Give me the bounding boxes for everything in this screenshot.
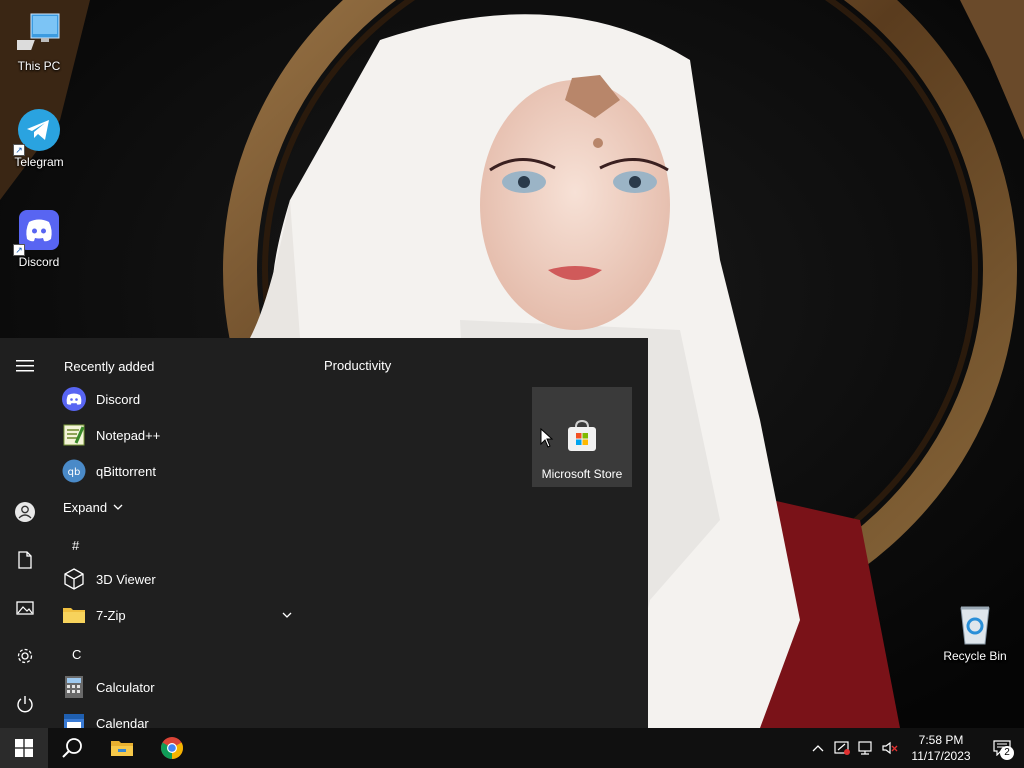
tile-group-title[interactable]: Productivity	[324, 358, 391, 373]
tray-app-button[interactable]	[830, 728, 854, 768]
hamburger-menu-button[interactable]	[0, 346, 50, 386]
tile-label: Microsoft Store	[541, 467, 623, 481]
desktop-icon-label: Telegram	[14, 155, 64, 169]
discord-icon: ↗	[13, 208, 61, 256]
desktop-icon-this-pc[interactable]: This PC	[1, 12, 77, 73]
expand-label: Expand	[63, 499, 108, 515]
settings-button[interactable]	[0, 636, 50, 676]
qbittorrent-icon: qb	[62, 459, 86, 483]
app-list: Recently added Discord Notepad++ qb qBit…	[50, 338, 310, 728]
app-item-label: Notepad++	[96, 427, 161, 443]
windows-logo-icon	[15, 739, 33, 757]
folder-icon	[62, 603, 86, 627]
user-account-button[interactable]	[0, 492, 50, 532]
clock-time: 7:58 PM	[918, 733, 964, 747]
recently-added-heading: Recently added	[64, 359, 155, 374]
hamburger-icon	[16, 360, 34, 372]
chevron-up-icon	[812, 745, 824, 752]
expand-button[interactable]: Expand	[63, 490, 133, 524]
file-explorer-button[interactable]	[98, 728, 146, 768]
app-item-label: 7-Zip	[96, 607, 126, 623]
pictures-button[interactable]	[0, 588, 50, 628]
search-button[interactable]	[48, 728, 96, 768]
start-button[interactable]	[0, 728, 48, 768]
notepadpp-icon	[62, 423, 86, 447]
volume-button[interactable]	[878, 728, 902, 768]
chevron-down-icon[interactable]	[282, 612, 292, 618]
app-item-label: Calculator	[96, 679, 155, 695]
action-center-button[interactable]: 2	[980, 728, 1024, 768]
app-item-label: Calendar	[96, 715, 149, 729]
app-item-calculator[interactable]: Calculator	[62, 670, 306, 704]
chrome-button[interactable]	[148, 728, 196, 768]
document-icon	[18, 551, 32, 569]
chrome-icon	[161, 737, 183, 759]
desktop-icon-discord[interactable]: ↗ Discord	[1, 208, 77, 269]
discord-icon	[62, 387, 86, 411]
start-menu-rail	[0, 338, 50, 728]
notification-count-badge: 2	[1000, 746, 1014, 760]
documents-button[interactable]	[0, 540, 50, 580]
cube-icon	[62, 567, 86, 591]
file-explorer-icon	[111, 741, 133, 756]
shortcut-arrow-icon: ↗	[13, 244, 25, 256]
desktop-icon-recycle-bin[interactable]: Recycle Bin	[937, 602, 1013, 663]
tray-app-icon	[834, 741, 850, 755]
show-hidden-icons-button[interactable]	[806, 728, 830, 768]
mouse-cursor-icon	[540, 428, 554, 448]
chevron-down-icon	[113, 504, 123, 510]
store-icon	[568, 419, 596, 451]
desktop-icon-telegram[interactable]: ↗ Telegram	[1, 108, 77, 169]
app-item-7zip[interactable]: 7-Zip	[62, 598, 306, 632]
gear-icon	[17, 648, 33, 664]
letter-header-hash[interactable]: #	[72, 538, 79, 553]
shortcut-arrow-icon: ↗	[13, 144, 25, 156]
calendar-icon	[62, 711, 86, 728]
volume-muted-icon	[882, 741, 898, 755]
system-tray: 7:58 PM 11/17/2023 2	[806, 728, 1024, 768]
clock-date: 11/17/2023	[911, 749, 971, 763]
tiles-area: Productivity Microsoft Store	[310, 338, 648, 728]
app-item-notepadpp[interactable]: Notepad++	[62, 418, 306, 452]
clock[interactable]: 7:58 PM 11/17/2023	[902, 732, 980, 764]
letter-header-c[interactable]: C	[72, 647, 81, 662]
search-icon	[62, 738, 82, 758]
app-item-3d-viewer[interactable]: 3D Viewer	[62, 562, 306, 596]
taskbar: 7:58 PM 11/17/2023 2	[0, 728, 1024, 768]
app-item-label: 3D Viewer	[96, 571, 156, 587]
power-icon	[17, 696, 33, 713]
start-menu: Recently added Discord Notepad++ qb qBit…	[0, 338, 648, 728]
app-item-calendar[interactable]: Calendar	[62, 706, 306, 728]
app-item-label: Discord	[96, 391, 141, 407]
calculator-icon	[62, 675, 86, 699]
svg-text:qb: qb	[68, 467, 81, 478]
app-item-qbittorrent[interactable]: qb qBittorrent	[62, 454, 306, 488]
power-button[interactable]	[0, 684, 50, 724]
desktop-icon-label: Recycle Bin	[943, 649, 1007, 663]
desktop-icon-label: This PC	[17, 59, 61, 73]
pictures-icon	[16, 601, 34, 615]
app-item-discord[interactable]: Discord	[62, 382, 306, 416]
user-icon	[15, 502, 35, 522]
desktop-icon-label: Discord	[18, 255, 60, 269]
telegram-icon: ↗	[13, 108, 61, 156]
computer-icon	[5, 12, 61, 56]
network-button[interactable]	[854, 728, 878, 768]
recycle-bin-icon	[953, 602, 997, 646]
app-item-label: qBittorrent	[96, 463, 156, 479]
network-icon	[858, 741, 872, 755]
